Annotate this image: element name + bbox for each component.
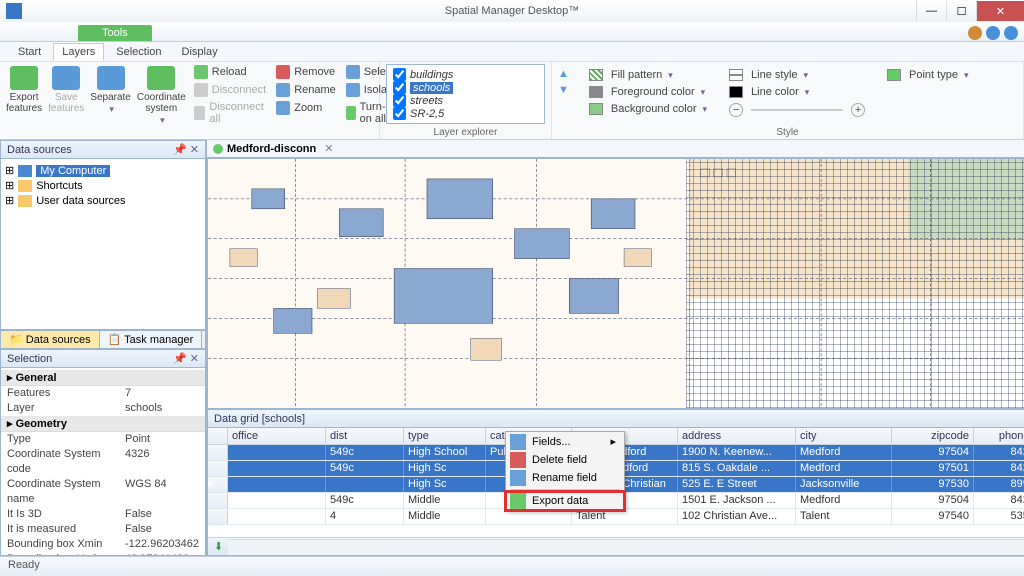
zoom-button[interactable]: Zoom xyxy=(274,100,338,116)
help-icons xyxy=(968,26,1018,40)
reload-button[interactable]: Reload xyxy=(192,64,268,80)
layer-list[interactable]: buildings schools streets SR-2,5 xyxy=(386,64,545,124)
minimize-button[interactable]: — xyxy=(916,1,946,21)
grid-export-icon[interactable]: ⬇ xyxy=(214,540,223,553)
grid-scroll-h[interactable] xyxy=(228,539,1024,555)
disconnect-all-button[interactable]: Disconnect all xyxy=(192,100,268,126)
selection-header: Selection📌 ✕ xyxy=(0,349,206,368)
move-up-button[interactable]: ▲ xyxy=(558,68,569,80)
point-type-button[interactable]: Point type▾ xyxy=(885,68,970,82)
remove-button[interactable]: Remove xyxy=(274,64,338,80)
prop-row: Bounding box Xmin-122.96203462 xyxy=(1,537,205,552)
save-features-button[interactable]: Save features xyxy=(48,64,84,114)
prop-row: Layerschools xyxy=(1,401,205,416)
help-icon[interactable] xyxy=(986,26,1000,40)
ctx-export-data[interactable]: Export data xyxy=(506,492,624,510)
prop-group[interactable]: ▸ General xyxy=(1,370,205,386)
layer-check-streets[interactable] xyxy=(393,94,406,107)
info-icon[interactable] xyxy=(1004,26,1018,40)
tab-data-sources[interactable]: 📁 Data sources xyxy=(1,331,100,348)
pin-icon[interactable]: 📌 ✕ xyxy=(173,352,199,365)
fill-pattern-button[interactable]: Fill pattern▾ xyxy=(587,68,709,82)
tab-layers[interactable]: Layers xyxy=(53,43,104,61)
layer-check-sr25[interactable] xyxy=(393,107,406,120)
export-icon xyxy=(510,493,526,509)
selection-properties[interactable]: ▸ GeneralFeatures7Layerschools▸ Geometry… xyxy=(0,368,206,556)
data-sources-header: Data sources📌 ✕ xyxy=(0,140,206,159)
tree-my-computer[interactable]: My Computer xyxy=(36,165,110,177)
close-button[interactable]: ✕ xyxy=(976,1,1024,21)
prop-row: It Is 3DFalse xyxy=(1,507,205,522)
data-grid-header: Data grid [schools]📌 ✕ xyxy=(207,409,1024,428)
layer-check-buildings[interactable] xyxy=(393,68,406,81)
pin-icon[interactable]: 📌 ✕ xyxy=(173,143,199,156)
settings-icon[interactable] xyxy=(968,26,982,40)
folder-icon xyxy=(18,180,32,192)
list-icon xyxy=(510,434,526,450)
delete-icon xyxy=(510,452,526,468)
ctx-delete-field[interactable]: Delete field xyxy=(506,451,624,469)
prop-row: Coordinate System nameWGS 84 xyxy=(1,477,205,507)
prop-row: Coordinate System code4326 xyxy=(1,447,205,477)
col-address[interactable]: address xyxy=(678,428,796,444)
layer-check-schools[interactable] xyxy=(393,81,406,94)
separator xyxy=(510,489,620,490)
context-menu: Fields...▸ Delete field Rename field Exp… xyxy=(505,431,625,511)
col-zipcode[interactable]: zipcode xyxy=(892,428,974,444)
line-color-button[interactable]: Line color▾ xyxy=(727,85,867,99)
ribbon-tabs: Start Layers Selection Display xyxy=(0,42,1024,62)
tab-start[interactable]: Start xyxy=(10,44,49,60)
prop-row: It is measuredFalse xyxy=(1,522,205,537)
rename-icon xyxy=(510,470,526,486)
window-title: Spatial Manager Desktop™ xyxy=(445,5,580,17)
connection-icon xyxy=(213,144,223,154)
tree-shortcuts[interactable]: Shortcuts xyxy=(36,180,82,192)
col-type[interactable]: type xyxy=(404,428,486,444)
col-office[interactable]: office xyxy=(228,428,326,444)
ctx-fields[interactable]: Fields...▸ xyxy=(506,432,624,451)
line-style-button[interactable]: Line style▾ xyxy=(727,68,867,82)
table-row[interactable]: 4 Middle Talent 102 Christian Ave... Tal… xyxy=(208,509,1024,525)
prop-group[interactable]: ▸ Geometry xyxy=(1,416,205,432)
coordinate-system-button[interactable]: Coordinate system▾ xyxy=(137,64,186,126)
computer-icon xyxy=(18,165,32,177)
style-label: Style xyxy=(558,126,1017,139)
layer-explorer-label: Layer explorer xyxy=(386,126,545,139)
status-bar: Ready xyxy=(0,556,1024,576)
disconnect-button[interactable]: Disconnect xyxy=(192,82,268,98)
dense-parcels xyxy=(686,159,1024,408)
app-icon xyxy=(6,3,22,19)
tab-selection[interactable]: Selection xyxy=(108,44,169,60)
separate-button[interactable]: Separate▾ xyxy=(90,64,131,115)
move-down-button[interactable]: ▼ xyxy=(558,84,569,96)
map-document-tab[interactable]: Medford-disconn✕ xyxy=(207,140,1024,158)
foreground-color-button[interactable]: Foreground color▾ xyxy=(587,85,709,99)
background-color-button[interactable]: Background color▾ xyxy=(587,102,709,116)
prop-row: Features7 xyxy=(1,386,205,401)
ctx-rename-field[interactable]: Rename field xyxy=(506,469,624,487)
folder-icon xyxy=(18,195,32,207)
tab-display[interactable]: Display xyxy=(174,44,226,60)
export-features-button[interactable]: Export features xyxy=(6,64,42,114)
col-dist[interactable]: dist xyxy=(326,428,404,444)
col-city[interactable]: city xyxy=(796,428,892,444)
line-weight-slider[interactable]: −+ xyxy=(727,102,867,118)
prop-row: TypePoint xyxy=(1,432,205,447)
contextual-tab-tools[interactable]: Tools xyxy=(78,25,152,41)
map-canvas[interactable]: dense grid right side xyxy=(207,158,1024,409)
prop-row: Bounding box Ymin42.97241438 xyxy=(1,552,205,556)
tree-user-data-sources[interactable]: User data sources xyxy=(36,195,125,207)
data-sources-tree[interactable]: ⊞My Computer ⊞Shortcuts ⊞User data sourc… xyxy=(0,159,206,330)
maximize-button[interactable]: ☐ xyxy=(946,1,976,21)
col-phone[interactable]: phone_num xyxy=(974,428,1024,444)
rename-button[interactable]: Rename xyxy=(274,82,338,98)
tab-task-manager[interactable]: 📋 Task manager xyxy=(100,331,203,348)
